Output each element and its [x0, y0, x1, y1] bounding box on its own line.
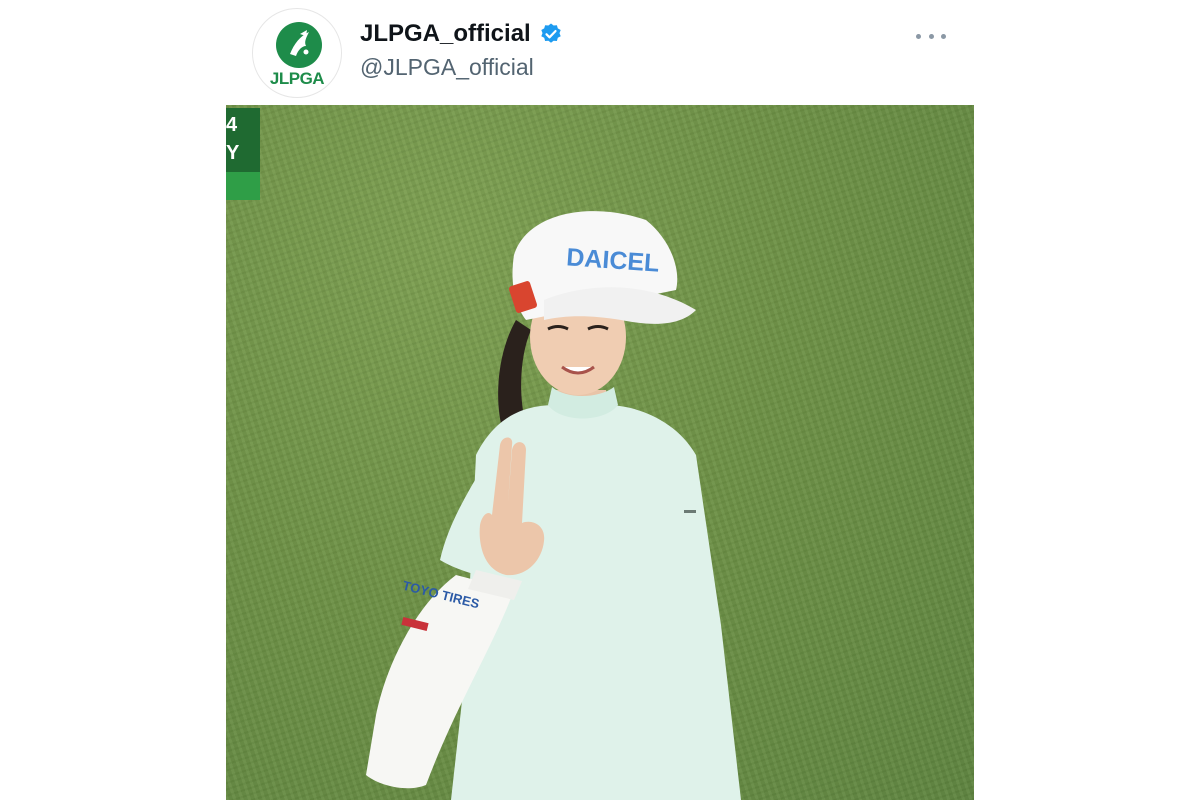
author-name-row: JLPGA_official: [360, 20, 563, 48]
avatar-logo-text: JLPGA: [269, 69, 325, 88]
account-avatar[interactable]: JLPGA: [252, 8, 342, 98]
post-header: JLPGA JLPGA_official @JLPGA_official: [226, 0, 974, 105]
account-handle[interactable]: @JLPGA_official: [360, 54, 534, 81]
post-media-video[interactable]: 4 Y DAICEL TOYO TIRES: [226, 105, 974, 800]
more-horizontal-icon: [916, 33, 921, 39]
jlpga-emblem-icon: [276, 22, 322, 68]
more-options-button[interactable]: [916, 26, 946, 46]
golfer-illustration: DAICEL TOYO TIRES: [366, 211, 741, 800]
display-name[interactable]: JLPGA_official: [360, 20, 531, 48]
verified-badge-icon: [539, 22, 563, 46]
